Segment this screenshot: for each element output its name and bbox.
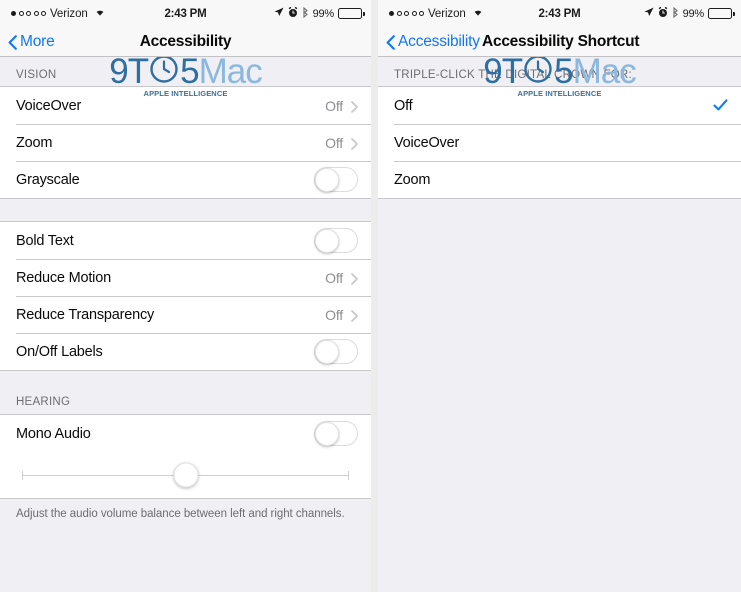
row-value: Off [325, 134, 343, 151]
alarm-clock-icon [658, 6, 668, 21]
screen-divider [371, 0, 378, 592]
row-label: Grayscale [16, 171, 80, 188]
row-label: Reduce Motion [16, 269, 111, 286]
row-zoom[interactable]: Zoom Off [0, 124, 371, 161]
slider-knob[interactable] [173, 462, 198, 488]
option-row-voiceover[interactable]: VoiceOver [378, 124, 741, 161]
nav-bar-right: Accessibility Accessibility Shortcut [378, 27, 741, 57]
row-reduce-transparency[interactable]: Reduce Transparency Off [0, 296, 371, 333]
status-bar-indicators: 99% [644, 0, 735, 27]
page-title-left: Accessibility [139, 33, 232, 50]
status-bar-left: Verizon 2:43 PM 99% [0, 0, 371, 27]
battery-icon [708, 8, 735, 19]
chevron-right-icon [351, 309, 358, 322]
group-shortcut-options: Off VoiceOver Zoom [378, 86, 741, 199]
content-filler [0, 522, 371, 592]
row-label: On/Off Labels [16, 343, 103, 360]
settings-list-right: 9T 5 Mac APPLE INTELLIGENCE TRIPLE-CLICK… [378, 57, 741, 592]
checkmark-icon [713, 98, 728, 113]
section-header-vision: VISION [0, 57, 371, 86]
status-bar-indicators: 99% [274, 0, 365, 27]
row-label: Reduce Transparency [16, 306, 155, 323]
row-bold-text[interactable]: Bold Text [0, 222, 371, 259]
row-reduce-motion[interactable]: Reduce Motion Off [0, 259, 371, 296]
section-header-hearing: HEARING [0, 371, 371, 414]
audio-balance-slider[interactable] [0, 452, 371, 498]
page-title-right: Accessibility Shortcut [482, 33, 640, 50]
battery-icon [338, 8, 365, 19]
row-mono-audio[interactable]: Mono Audio [0, 415, 371, 452]
bold-text-toggle[interactable] [314, 228, 358, 253]
section-spacer [0, 199, 371, 221]
onoff-labels-toggle[interactable] [314, 339, 358, 364]
nav-bar-left: More Accessibility [0, 27, 371, 57]
alarm-clock-icon [288, 6, 298, 21]
section-header-shortcut: TRIPLE-CLICK THE DIGITAL CROWN FOR: [378, 57, 741, 86]
row-value: Off [325, 97, 343, 114]
battery-percentage: 99% [682, 7, 705, 20]
grayscale-toggle[interactable] [314, 167, 358, 192]
row-voiceover[interactable]: VoiceOver Off [0, 87, 371, 124]
status-bar-right: Verizon 2:43 PM 99% [378, 0, 741, 27]
chevron-right-icon [351, 137, 358, 150]
row-label: Off [394, 97, 413, 114]
chevron-right-icon [351, 272, 358, 285]
bluetooth-icon [672, 6, 679, 21]
content-filler [378, 199, 741, 592]
option-row-off[interactable]: Off [378, 87, 741, 124]
option-row-zoom[interactable]: Zoom [378, 161, 741, 198]
chevron-right-icon [351, 100, 358, 113]
group-vision: VoiceOver Off Zoom Off Grayscale [0, 86, 371, 199]
settings-list-left: 9T 5 Mac APPLE INTELLIGENCE VISION Voice… [0, 57, 371, 592]
row-onoff-labels[interactable]: On/Off Labels [0, 333, 371, 370]
bluetooth-icon [302, 6, 309, 21]
row-label: Mono Audio [16, 425, 91, 442]
location-arrow-icon [274, 7, 284, 20]
group-display: Bold Text Reduce Motion Off Reduce Trans… [0, 221, 371, 371]
row-label: VoiceOver [16, 97, 82, 114]
row-label: Zoom [16, 134, 53, 151]
row-value: Off [325, 269, 343, 286]
row-label: Bold Text [16, 232, 74, 249]
location-arrow-icon [644, 7, 654, 20]
dual-screenshot-container: Verizon 2:43 PM 99% More Accessibility 9… [0, 0, 741, 592]
row-value: Off [325, 306, 343, 323]
battery-percentage: 99% [312, 7, 335, 20]
row-label: Zoom [394, 171, 431, 188]
row-label: VoiceOver [394, 134, 460, 151]
left-phone-screen: Verizon 2:43 PM 99% More Accessibility 9… [0, 0, 371, 592]
mono-audio-toggle[interactable] [314, 421, 358, 446]
hearing-footer-note: Adjust the audio volume balance between … [0, 499, 371, 523]
row-grayscale[interactable]: Grayscale [0, 161, 371, 198]
right-phone-screen: Verizon 2:43 PM 99% Accessibility Access… [378, 0, 741, 592]
group-hearing: Mono Audio [0, 414, 371, 499]
